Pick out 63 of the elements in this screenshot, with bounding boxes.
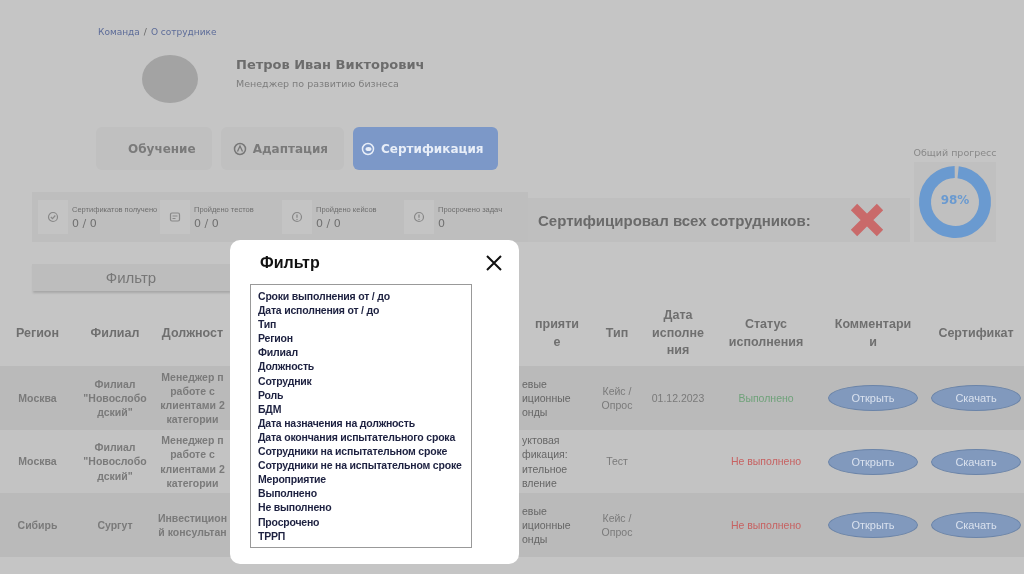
alert-icon: [413, 211, 425, 223]
table-cell-text: Сургут: [96, 517, 134, 533]
stat-value: 0 / 0: [316, 216, 342, 230]
column-header: Сертификат: [937, 324, 1015, 342]
employee-position: Менеджер по развитию бизнеса: [236, 78, 400, 89]
filter-option[interactable]: Филиал: [258, 345, 471, 360]
status-text: Не выполнено: [730, 518, 802, 531]
table-cell-text: евые иционные онды: [522, 503, 572, 547]
table-cell-text: Менеджер п работе с клиентами 2 категории: [159, 433, 226, 490]
table-cell-text: евые иционные онды: [522, 376, 572, 420]
employee-name: Петров Иван Викторович: [236, 57, 425, 72]
stat-value: 0 / 0: [194, 216, 220, 230]
table-cell-text: Кейс / Опрос: [600, 510, 634, 540]
table-cell-text: 01.12.2023: [650, 390, 706, 406]
filter-option[interactable]: Не выполнено: [258, 500, 471, 515]
breadcrumb-separator: /: [143, 27, 147, 39]
filter-option[interactable]: Сотрудники на испытательном сроке: [258, 444, 471, 459]
progress-reading: 98%: [939, 193, 971, 207]
status-text: Выполнено: [738, 391, 794, 404]
filter-option[interactable]: Сотрудники не на испытательном сроке: [258, 458, 471, 473]
filter-option[interactable]: Регион: [258, 331, 471, 346]
table-cell-text: Москва: [17, 390, 58, 406]
status-text: Не выполнено: [730, 455, 802, 468]
column-header: прияти е: [534, 316, 580, 351]
filter-option[interactable]: ТРРП: [258, 528, 471, 543]
alert-icon: [291, 211, 303, 223]
check-circle-icon: [47, 211, 59, 223]
filter-option[interactable]: Дата исполнения от / до: [258, 303, 471, 318]
eye-icon: [361, 141, 376, 156]
table-cell-text: Кейс / Опрос: [600, 383, 634, 413]
column-header: Комментари и: [833, 316, 913, 351]
column-header: Регион: [14, 324, 61, 342]
column-header: Филиал: [89, 324, 141, 342]
column-header: Должност: [160, 324, 225, 342]
filter-option[interactable]: Просрочено: [258, 514, 471, 529]
table-cell-text: Инвестицион й консультан: [157, 510, 228, 540]
filter-option[interactable]: Роль: [258, 387, 471, 402]
certified-label: Сертифицировал всех сотрудников:: [538, 211, 811, 229]
table-cell-text: Тест: [605, 454, 629, 469]
filter-option[interactable]: Тип: [258, 317, 471, 332]
dialog-title: Фильтр: [260, 254, 320, 272]
filter-option[interactable]: БДМ: [258, 401, 471, 416]
filter-option[interactable]: Дата назначения на должность: [258, 415, 471, 430]
table-cell-text: Москва: [17, 454, 58, 469]
filter-option[interactable]: Сотрудник: [258, 373, 471, 388]
column-header: Тип: [604, 324, 630, 342]
table-cell-text: уктовая фикация: ительное вление: [522, 433, 569, 490]
filter-option[interactable]: Сроки выполнения от / до: [258, 289, 471, 304]
filter-option[interactable]: Мероприятие: [258, 472, 471, 487]
avatar-placeholder: [142, 55, 198, 103]
stat-value: 0: [438, 216, 446, 230]
filter-option[interactable]: Выполнено: [258, 486, 471, 501]
table-cell-text: Филиал "Новослобо дский": [82, 440, 148, 483]
table-cell-text: Филиал "Новослобо дский": [82, 376, 148, 420]
filter-option[interactable]: Дата окончания испытательного срока: [258, 429, 471, 445]
document-icon: [169, 211, 181, 223]
column-header: Дата исполне ния: [651, 307, 705, 360]
table-cell-text: Менеджер п работе с клиентами 2 категории: [159, 369, 226, 427]
stat-value: 0 / 0: [72, 216, 98, 230]
close-icon[interactable]: [485, 254, 503, 272]
column-header: Статус исполнения: [727, 316, 805, 351]
table-cell-text: Сибирь: [16, 517, 59, 533]
filter-option[interactable]: Должность: [258, 359, 471, 374]
